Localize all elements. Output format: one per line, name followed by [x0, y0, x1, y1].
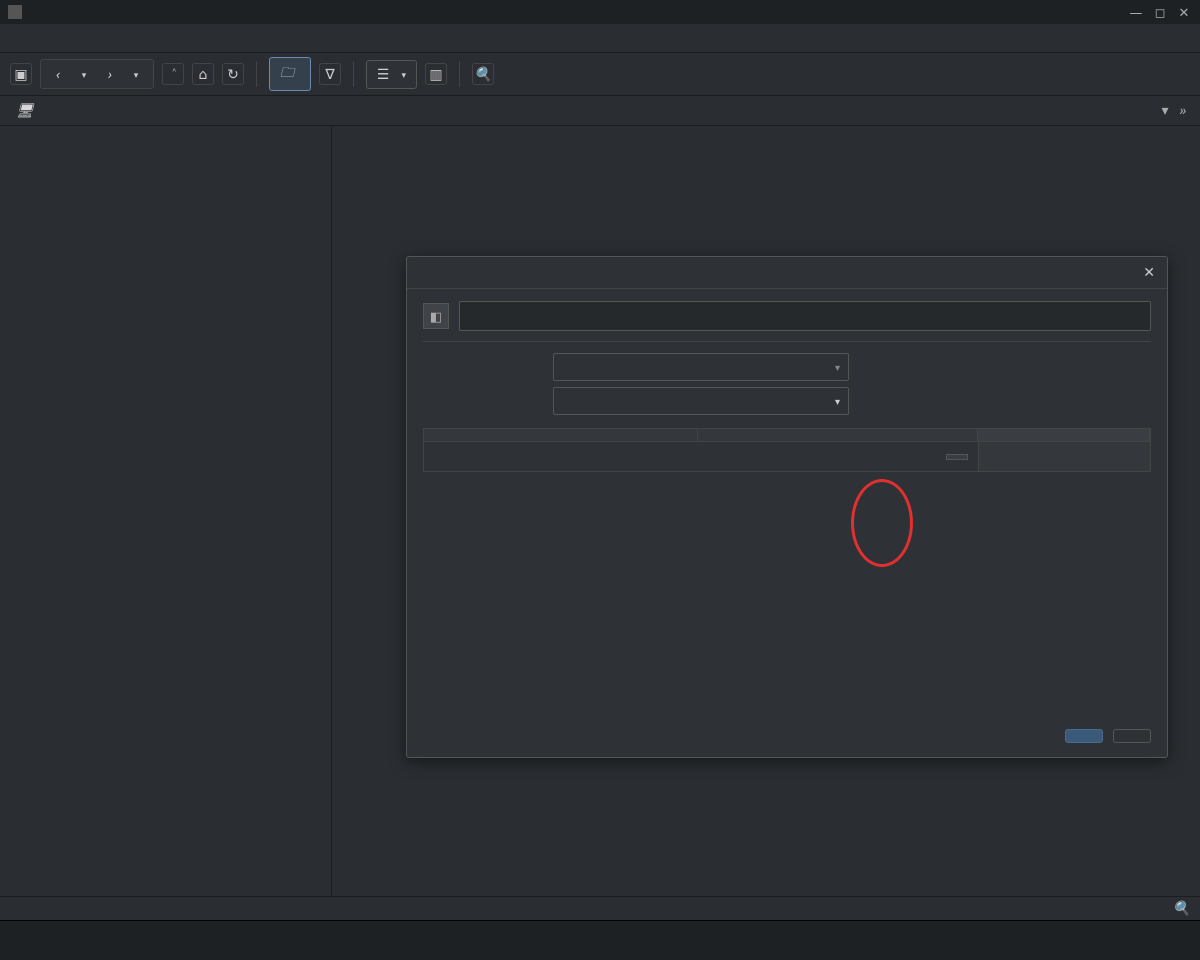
file-icon: ◧	[423, 303, 449, 329]
home-icon[interactable]: ⌂	[192, 63, 214, 85]
filter-icon[interactable]: ∇	[319, 63, 341, 85]
statusbar: 🔍	[0, 896, 1200, 920]
back-menu-icon[interactable]: ▾	[73, 63, 95, 85]
refresh-icon[interactable]: ↻	[222, 63, 244, 85]
user-select[interactable]: ▾	[553, 353, 849, 381]
col-subject	[424, 429, 698, 441]
properties-dialog: ✕ ◧ ▾ ▾	[406, 256, 1168, 758]
address-bar: 🖥 ▾ »	[0, 96, 1200, 126]
chevron-down-icon: ▾	[835, 360, 840, 374]
forward-icon[interactable]: ›	[99, 63, 121, 85]
create-mask-button[interactable]	[946, 454, 968, 460]
chevron-down-icon: ▾	[835, 394, 840, 408]
taskbar	[0, 920, 1200, 960]
up-icon[interactable]: ˄	[162, 63, 184, 85]
chevron-down-icon[interactable]: ▾	[1156, 101, 1174, 120]
forward-menu-icon[interactable]: ▾	[125, 63, 147, 85]
filename-input[interactable]	[459, 301, 1151, 331]
view-mode-button[interactable]: ☰ ▾	[366, 60, 417, 89]
chevron-down-icon: ▾	[401, 68, 406, 81]
permissions-table	[423, 428, 1151, 472]
list-icon: ☰	[377, 65, 389, 84]
zoom-icon[interactable]: 🔍	[1173, 899, 1190, 918]
app-icon	[8, 5, 22, 19]
toolbar: ▣ ‹ ▾ › ▾ ˄ ⌂ ↻ 🗀 ∇ ☰ ▾ ▥ 🔍	[0, 52, 1200, 96]
group-select[interactable]: ▾	[553, 387, 849, 415]
col-blank	[978, 429, 1150, 441]
ok-button[interactable]	[1065, 729, 1103, 743]
computer-icon: 🖥	[16, 101, 34, 120]
folders-toggle[interactable]: 🗀	[269, 57, 311, 91]
minimize-button[interactable]: —	[1128, 4, 1144, 20]
titlebar: — ◻ ✕	[0, 0, 1200, 24]
close-icon[interactable]: ✕	[1143, 263, 1155, 282]
preview-icon[interactable]: ▥	[425, 63, 447, 85]
col-usual	[698, 429, 978, 441]
maximize-button[interactable]: ◻	[1152, 4, 1168, 20]
back-icon[interactable]: ‹	[47, 63, 69, 85]
folder-icon: 🗀	[280, 62, 294, 86]
sidebar	[0, 126, 332, 896]
cancel-button[interactable]	[1113, 729, 1151, 743]
search-icon[interactable]: 🔍	[472, 63, 494, 85]
address-end-icon[interactable]: »	[1174, 101, 1192, 120]
close-button[interactable]: ✕	[1176, 4, 1192, 20]
menubar	[0, 24, 1200, 52]
new-tab-icon[interactable]: ▣	[10, 63, 32, 85]
